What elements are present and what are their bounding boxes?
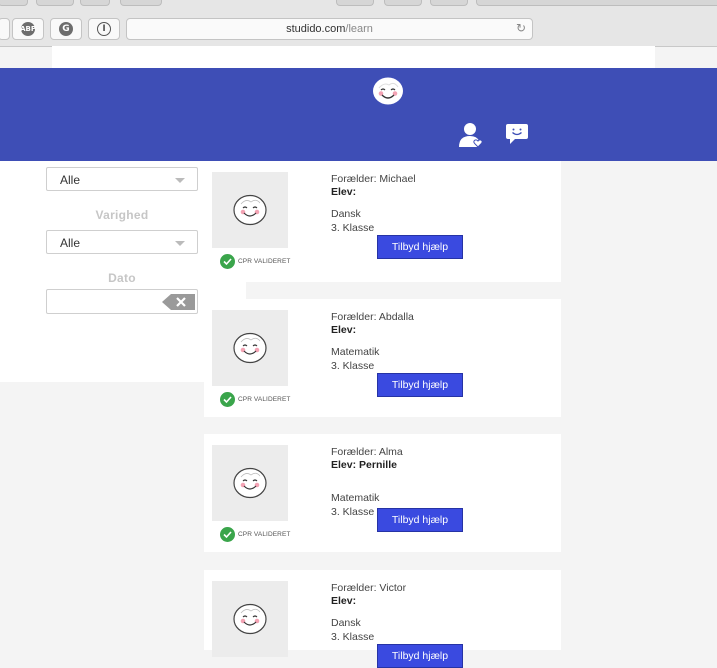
duration-select-value: Alle [60, 236, 81, 250]
browser-tab[interactable] [476, 0, 717, 6]
cpr-verified-text: CPR VALIDERET [238, 257, 291, 265]
parent-name: Forælder: Alma [331, 446, 403, 458]
info-icon: I [97, 22, 111, 36]
smiley-logo[interactable] [372, 76, 404, 106]
chevron-down-icon [175, 178, 185, 183]
offer-help-button[interactable]: Tilbyd hjælp [377, 644, 463, 668]
browser-tab[interactable] [336, 0, 374, 6]
cpr-verified-text: CPR VALIDERET [238, 395, 291, 403]
adblock-button[interactable]: ABP [12, 18, 44, 40]
parent-name: Forælder: Abdalla [331, 311, 414, 323]
user-heart-icon[interactable] [459, 122, 485, 148]
check-circle-icon [220, 391, 235, 407]
cpr-verified-badge: CPR VALIDERET [220, 526, 290, 542]
student-avatar [212, 172, 288, 248]
student-avatar [212, 445, 288, 521]
grade-level: 3. Klasse [331, 222, 375, 234]
chat-bubble-icon[interactable] [505, 123, 529, 145]
offer-help-button[interactable]: Tilbyd hjælp [377, 235, 463, 259]
parent-name: Forælder: Michael [331, 173, 416, 185]
browser-tab[interactable] [0, 0, 28, 6]
browser-tab[interactable] [384, 0, 422, 6]
smiley-avatar-icon [233, 332, 267, 364]
duration-select[interactable]: Alle [46, 230, 198, 254]
parent-name: Forælder: Victor [331, 582, 407, 594]
url-path: /learn [345, 23, 373, 35]
cpr-verified-badge: CPR VALIDERET [220, 391, 290, 407]
browser-toolbar: ABP G I studido.com/learn ↻ [0, 0, 717, 47]
duration-label: Varighed [95, 208, 149, 222]
smiley-avatar-icon [233, 194, 267, 226]
student-name: Elev: [331, 324, 357, 336]
browser-tab[interactable] [430, 0, 468, 6]
filter-select-value: Alle [60, 173, 81, 187]
date-label: Dato [108, 271, 136, 285]
grade-level: 3. Klasse [331, 360, 375, 372]
ghostery-icon: G [59, 22, 73, 36]
subject: Matematik [331, 492, 380, 504]
student-name: Elev: [331, 595, 357, 607]
browser-tab[interactable] [36, 0, 74, 6]
grade-level: 3. Klasse [331, 506, 375, 518]
subject: Dansk [331, 208, 361, 220]
cpr-verified-text: CPR VALIDERET [238, 530, 291, 538]
ghostery-button[interactable]: G [50, 18, 82, 40]
date-input[interactable] [46, 289, 198, 314]
browser-tab[interactable] [120, 0, 162, 6]
adblock-icon: ABP [20, 22, 36, 36]
student-name: Elev: Pernille [331, 459, 397, 471]
smiley-avatar-icon [233, 603, 267, 635]
reload-icon[interactable]: ↻ [516, 21, 526, 35]
student-avatar [212, 581, 288, 657]
offer-help-button[interactable]: Tilbyd hjælp [377, 373, 463, 397]
info-button[interactable]: I [88, 18, 120, 40]
chevron-down-icon [175, 241, 185, 246]
address-bar[interactable]: studido.com/learn ↻ [126, 18, 533, 40]
subject: Dansk [331, 617, 361, 629]
offer-help-button[interactable]: Tilbyd hjælp [377, 508, 463, 532]
student-avatar [212, 310, 288, 386]
url-host: studido.com [286, 23, 346, 35]
browser-tab[interactable] [80, 0, 110, 6]
smiley-avatar-icon [233, 467, 267, 499]
check-circle-icon [220, 526, 235, 542]
clear-icon[interactable] [162, 294, 195, 310]
subject: Matematik [331, 346, 380, 358]
toolbar-button[interactable] [0, 18, 10, 40]
filter-select[interactable]: Alle [46, 167, 198, 191]
app-header [0, 68, 717, 161]
check-circle-icon [220, 253, 235, 269]
grade-level: 3. Klasse [331, 631, 375, 643]
cpr-verified-badge: CPR VALIDERET [220, 253, 290, 269]
student-name: Elev: [331, 186, 357, 198]
